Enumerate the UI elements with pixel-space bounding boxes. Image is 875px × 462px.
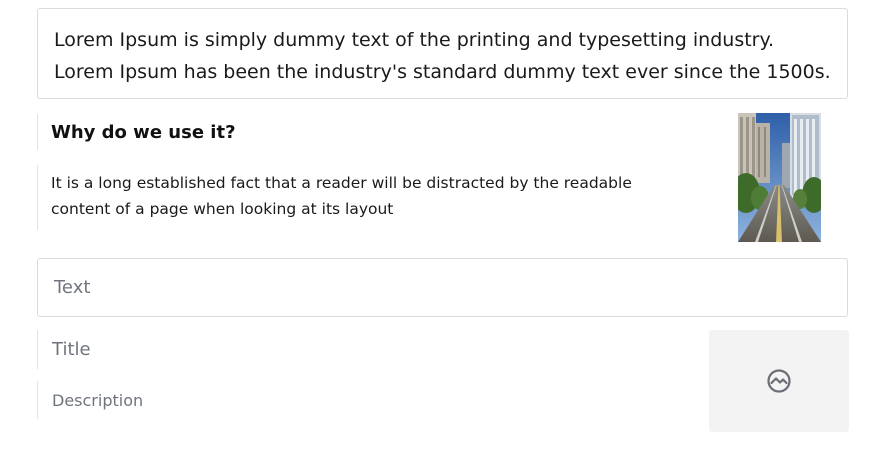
media-heading-block: Why do we use it?: [37, 114, 236, 150]
intro-text: Lorem Ipsum is simply dummy text of the …: [54, 29, 831, 83]
city-street-photo: [738, 113, 821, 242]
image-placeholder[interactable]: [709, 330, 849, 432]
title-placeholder: Title: [52, 339, 91, 360]
media-description: It is a long established fact that a rea…: [51, 174, 632, 218]
media-heading: Why do we use it?: [51, 121, 236, 143]
description-placeholder: Description: [52, 390, 144, 410]
image-placeholder-icon: [767, 369, 791, 393]
description-field[interactable]: Description: [37, 381, 143, 419]
media-image: [738, 113, 821, 242]
text-block: Lorem Ipsum is simply dummy text of the …: [37, 8, 848, 99]
text-placeholder: Text: [54, 277, 91, 298]
title-field[interactable]: Title: [37, 330, 91, 369]
text-input[interactable]: Text: [37, 258, 848, 317]
media-description-block: It is a long established fact that a rea…: [37, 165, 657, 230]
